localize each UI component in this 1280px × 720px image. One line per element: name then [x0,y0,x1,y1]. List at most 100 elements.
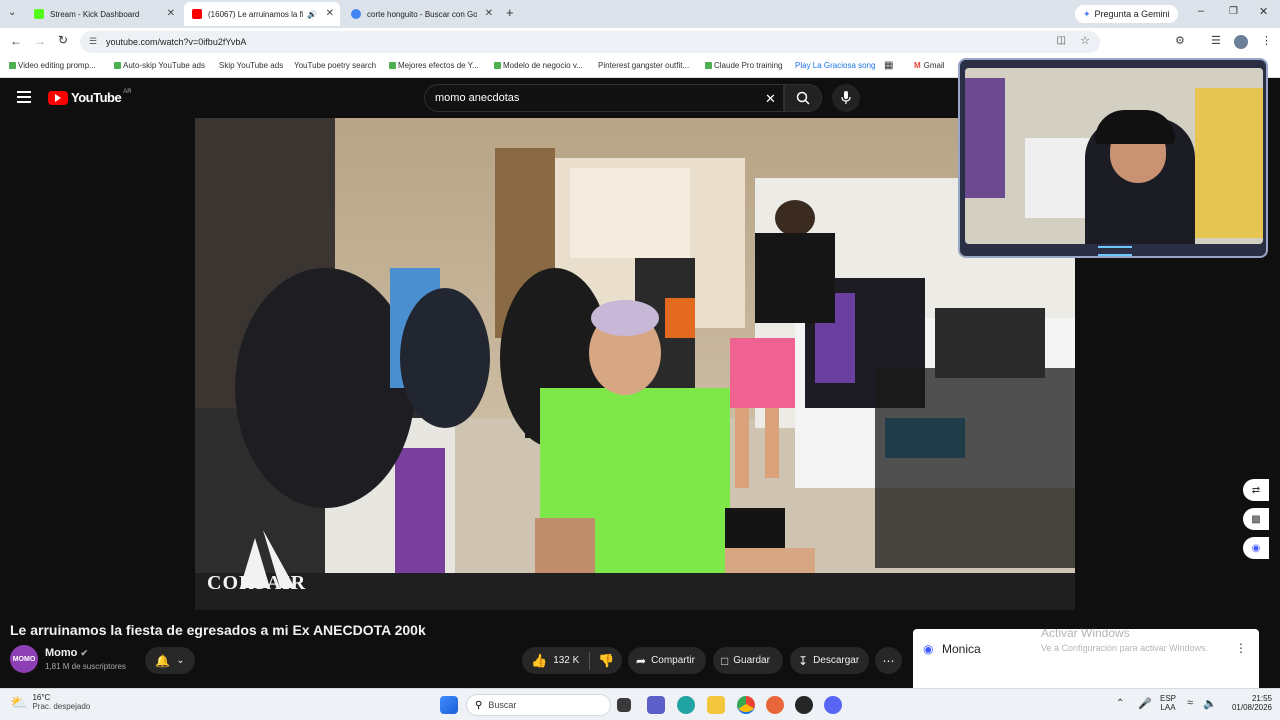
weather-cloud-icon: ⛅ [10,693,28,710]
search-input[interactable]: momo anecdotas ✕ [424,84,784,112]
channel-name[interactable]: Momo ✔ [45,647,88,659]
search-button[interactable] [784,84,822,112]
bookmark-label: Gmail [923,61,945,70]
tab-title: corte honguito - Buscar con Go [367,9,477,19]
profile-avatar[interactable] [1234,35,1248,49]
apps-grid-icon[interactable]: ▦ [884,60,893,71]
video-player[interactable]: CORSAIR [195,118,1075,610]
clock[interactable]: 21:55 01/08/2026 [1224,694,1272,712]
chevron-down-icon: ⌄ [176,655,185,666]
clear-search-icon[interactable]: ✕ [765,91,776,107]
bookmark-item[interactable]: Skip YouTube ads [219,61,283,70]
language-indicator[interactable]: ESP LAA [1160,694,1176,712]
monica-menu-icon[interactable]: ⋮ [1235,641,1247,655]
bookmark-item[interactable]: Auto-skip YouTube ads [114,61,205,70]
video-frame [195,118,1075,610]
edge-icon[interactable] [677,696,695,714]
bookmark-item[interactable]: Play La Graciosa song [795,61,876,70]
like-button[interactable]: 👍 132 K [522,653,579,669]
youtube-logo[interactable]: YouTube AR [48,89,132,105]
channel-name-text: Momo [45,647,78,659]
teams-icon[interactable] [647,696,665,714]
new-tab-button[interactable]: + [506,5,514,20]
save-button[interactable]: □ Guardar [713,647,783,674]
restore-window-icon[interactable]: ❐ [1229,6,1238,17]
bookmark-star-icon[interactable]: ☆ [1080,34,1090,47]
task-view-icon[interactable] [617,698,631,712]
channel-avatar[interactable]: MOMO [10,645,38,673]
dislike-button[interactable]: 👎 [598,653,614,669]
monica-launcher-button[interactable]: ◉ [1243,537,1269,559]
audio-wave-icon [1098,246,1132,256]
bookmark-item[interactable]: Modelo de negocio v... [494,61,583,70]
more-actions-button[interactable]: ⋯ [875,647,902,674]
back-arrow-icon[interactable]: ← [10,34,22,48]
hamburger-menu-icon[interactable] [17,91,31,103]
tab-list-dropdown-icon[interactable]: ⌄ [8,7,16,18]
extension-tools-button[interactable]: ▩ [1243,508,1269,530]
minimize-window-icon[interactable]: – [1198,5,1204,17]
thumbs-up-icon: 👍 [531,652,548,668]
microphone-tray-icon[interactable]: 🎤 [1138,697,1152,710]
close-tab-icon[interactable]: ✕ [485,8,493,19]
bookmark-item[interactable]: Pinterest gangster outfit... [598,61,689,70]
volume-icon[interactable]: 🔈 [1203,697,1217,710]
wifi-icon[interactable]: ≈ [1187,697,1193,709]
sparkle-app-icon[interactable] [766,696,784,714]
obs-icon[interactable] [795,696,813,714]
subscribed-button[interactable]: 🔔 ⌄ [145,647,195,674]
bookmark-item[interactable]: YouTube poetry search [294,61,376,70]
taskbar-search-input[interactable]: ⚲ Buscar [466,694,611,716]
reload-icon[interactable]: ↻ [58,33,68,47]
extensions-icon[interactable]: ⚙ [1175,34,1185,47]
monica-icon: ◉ [1251,542,1261,554]
reading-list-icon[interactable]: ☰ [1211,34,1221,47]
kick-favicon-icon [34,9,44,19]
cast-icon[interactable]: ◫ [1057,35,1066,46]
site-info-icon[interactable]: ☰ [89,36,97,47]
url-bar[interactable]: ☰ youtube.com/watch?v=0ifbu2fYvbA ◫ ☆ [80,31,1100,53]
gemini-button[interactable]: ✦ Pregunta a Gemini [1075,5,1178,23]
file-explorer-icon[interactable] [707,696,725,714]
bookmark-item[interactable]: M Gmail [914,61,945,70]
taskbar-search-placeholder: Buscar [488,700,517,710]
discord-icon[interactable] [824,696,842,714]
monica-logo-icon: ◉ [923,642,934,656]
forward-arrow-icon[interactable]: → [34,34,46,48]
bookmark-item[interactable]: Mejores efectos de Y... [389,61,479,70]
bookmark-icon [705,62,712,69]
google-favicon-icon [351,9,361,19]
chrome-icon[interactable] [737,696,755,714]
bookmark-label: Modelo de negocio v... [503,61,583,70]
logo-text: YouTube [71,90,122,105]
close-tab-icon[interactable]: ✕ [326,8,334,19]
search-icon: ⚲ [475,699,483,711]
translate-button[interactable]: ⇄ [1243,479,1269,501]
webcam-wardrobe [1195,88,1263,238]
browser-toolbar: ← → ↻ ☰ youtube.com/watch?v=0ifbu2fYvbA … [0,28,1280,56]
start-windows-icon[interactable] [440,696,458,714]
youtube-play-icon [48,90,68,105]
activate-windows-subtitle: Ve a Configuración para activar Windows. [1041,643,1209,653]
close-window-icon[interactable]: ✕ [1259,5,1268,18]
share-button[interactable]: ➦ Compartir [628,647,706,674]
activate-windows-title: Activar Windows [1041,626,1130,640]
audio-playing-icon[interactable]: 🔊 [307,10,317,19]
tab-kick-dashboard[interactable]: Stream - Kick Dashboard ✕ [26,2,181,26]
bookmark-item[interactable]: Claude Pro training [705,61,782,70]
weather-widget[interactable]: ⛅ 16°C Prac. despejado [10,693,90,711]
microphone-icon [841,91,851,104]
bookmark-label: Play La Graciosa song [795,61,876,70]
translate-icon: ⇄ [1251,484,1261,496]
gmail-icon: M [914,61,921,70]
bookmark-item[interactable]: Video editing promp... [9,61,96,70]
voice-search-button[interactable] [832,84,860,112]
tab-google-search[interactable]: corte honguito - Buscar con Go ✕ [343,2,499,26]
show-hidden-icons-icon[interactable]: ⌃ [1116,698,1124,709]
browser-menu-icon[interactable]: ⋮ [1261,34,1272,47]
bookmark-icon [389,62,396,69]
tab-title: Stream - Kick Dashboard [50,9,140,19]
tab-youtube-video[interactable]: (16067) Le arruinamos la fie 🔊 ✕ [184,2,340,26]
close-tab-icon[interactable]: ✕ [167,8,175,19]
download-button[interactable]: ↧ Descargar [790,647,869,674]
